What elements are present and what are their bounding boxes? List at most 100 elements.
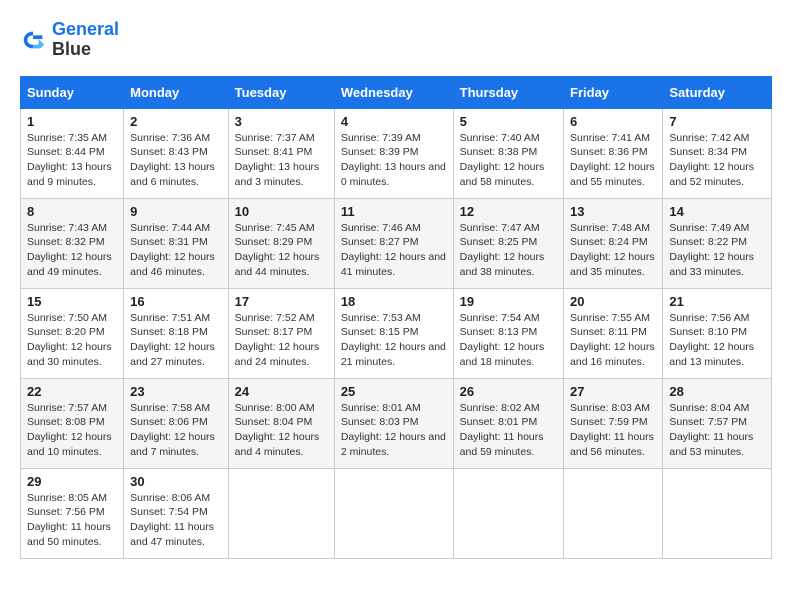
table-row: 2 Sunrise: 7:36 AMSunset: 8:43 PMDaylight… xyxy=(124,108,229,198)
day-number: 21 xyxy=(669,294,765,309)
day-number: 17 xyxy=(235,294,328,309)
table-row: 7 Sunrise: 7:42 AMSunset: 8:34 PMDaylight… xyxy=(663,108,772,198)
day-number: 29 xyxy=(27,474,117,489)
day-number: 20 xyxy=(570,294,656,309)
calendar-week-3: 15 Sunrise: 7:50 AMSunset: 8:20 PMDayligh… xyxy=(21,288,772,378)
day-number: 2 xyxy=(130,114,222,129)
table-row xyxy=(453,468,563,558)
day-number: 4 xyxy=(341,114,447,129)
day-info: Sunrise: 8:01 AMSunset: 8:03 PMDaylight:… xyxy=(341,402,446,458)
day-info: Sunrise: 7:51 AMSunset: 8:18 PMDaylight:… xyxy=(130,312,215,368)
table-row: 29 Sunrise: 8:05 AMSunset: 7:56 PMDayligh… xyxy=(21,468,124,558)
table-row: 3 Sunrise: 7:37 AMSunset: 8:41 PMDaylight… xyxy=(228,108,334,198)
day-number: 16 xyxy=(130,294,222,309)
day-number: 13 xyxy=(570,204,656,219)
day-info: Sunrise: 7:37 AMSunset: 8:41 PMDaylight:… xyxy=(235,132,320,188)
day-number: 22 xyxy=(27,384,117,399)
day-number: 26 xyxy=(460,384,557,399)
day-info: Sunrise: 7:36 AMSunset: 8:43 PMDaylight:… xyxy=(130,132,215,188)
day-number: 18 xyxy=(341,294,447,309)
day-number: 8 xyxy=(27,204,117,219)
day-number: 5 xyxy=(460,114,557,129)
day-info: Sunrise: 7:44 AMSunset: 8:31 PMDaylight:… xyxy=(130,222,215,278)
col-thursday: Thursday xyxy=(453,76,563,108)
day-number: 7 xyxy=(669,114,765,129)
table-row: 4 Sunrise: 7:39 AMSunset: 8:39 PMDaylight… xyxy=(334,108,453,198)
day-number: 23 xyxy=(130,384,222,399)
table-row xyxy=(228,468,334,558)
table-row: 15 Sunrise: 7:50 AMSunset: 8:20 PMDayligh… xyxy=(21,288,124,378)
table-row: 25 Sunrise: 8:01 AMSunset: 8:03 PMDayligh… xyxy=(334,378,453,468)
table-row: 16 Sunrise: 7:51 AMSunset: 8:18 PMDayligh… xyxy=(124,288,229,378)
col-tuesday: Tuesday xyxy=(228,76,334,108)
table-row xyxy=(564,468,663,558)
col-monday: Monday xyxy=(124,76,229,108)
day-info: Sunrise: 7:53 AMSunset: 8:15 PMDaylight:… xyxy=(341,312,446,368)
table-row: 10Sunrise: 7:45 AMSunset: 8:29 PMDayligh… xyxy=(228,198,334,288)
table-row: 26 Sunrise: 8:02 AMSunset: 8:01 PMDayligh… xyxy=(453,378,563,468)
day-info: Sunrise: 7:42 AMSunset: 8:34 PMDaylight:… xyxy=(669,132,754,188)
day-number: 14 xyxy=(669,204,765,219)
table-row: 23Sunrise: 7:58 AMSunset: 8:06 PMDayligh… xyxy=(124,378,229,468)
table-row: 12 Sunrise: 7:47 AMSunset: 8:25 PMDayligh… xyxy=(453,198,563,288)
day-number: 6 xyxy=(570,114,656,129)
day-info: Sunrise: 8:05 AMSunset: 7:56 PMDaylight:… xyxy=(27,492,111,548)
table-row: 11Sunrise: 7:46 AMSunset: 8:27 PMDayligh… xyxy=(334,198,453,288)
day-number: 3 xyxy=(235,114,328,129)
day-info: Sunrise: 7:56 AMSunset: 8:10 PMDaylight:… xyxy=(669,312,754,368)
day-info: Sunrise: 7:48 AMSunset: 8:24 PMDaylight:… xyxy=(570,222,655,278)
logo: General Blue xyxy=(20,20,119,60)
day-number: 9 xyxy=(130,204,222,219)
day-number: 28 xyxy=(669,384,765,399)
table-row: 9 Sunrise: 7:44 AMSunset: 8:31 PMDaylight… xyxy=(124,198,229,288)
page-header: General Blue xyxy=(20,20,772,60)
table-row: 13 Sunrise: 7:48 AMSunset: 8:24 PMDayligh… xyxy=(564,198,663,288)
day-info: Sunrise: 7:55 AMSunset: 8:11 PMDaylight:… xyxy=(570,312,655,368)
table-row: 17 Sunrise: 7:52 AMSunset: 8:17 PMDayligh… xyxy=(228,288,334,378)
table-row xyxy=(334,468,453,558)
table-row: 1Sunrise: 7:35 AMSunset: 8:44 PMDaylight… xyxy=(21,108,124,198)
table-row: 14 Sunrise: 7:49 AMSunset: 8:22 PMDayligh… xyxy=(663,198,772,288)
table-row: 24 Sunrise: 8:00 AMSunset: 8:04 PMDayligh… xyxy=(228,378,334,468)
table-row: 21 Sunrise: 7:56 AMSunset: 8:10 PMDayligh… xyxy=(663,288,772,378)
table-row: 6Sunrise: 7:41 AMSunset: 8:36 PMDaylight… xyxy=(564,108,663,198)
day-info: Sunrise: 7:50 AMSunset: 8:20 PMDaylight:… xyxy=(27,312,112,368)
day-info: Sunrise: 8:04 AMSunset: 7:57 PMDaylight:… xyxy=(669,402,753,458)
col-sunday: Sunday xyxy=(21,76,124,108)
header-row: Sunday Monday Tuesday Wednesday Thursday… xyxy=(21,76,772,108)
table-row: 27Sunrise: 8:03 AMSunset: 7:59 PMDayligh… xyxy=(564,378,663,468)
logo-icon xyxy=(20,26,48,54)
col-saturday: Saturday xyxy=(663,76,772,108)
day-info: Sunrise: 7:39 AMSunset: 8:39 PMDaylight:… xyxy=(341,132,446,188)
day-info: Sunrise: 7:40 AMSunset: 8:38 PMDaylight:… xyxy=(460,132,545,188)
col-wednesday: Wednesday xyxy=(334,76,453,108)
day-info: Sunrise: 7:43 AMSunset: 8:32 PMDaylight:… xyxy=(27,222,112,278)
table-row: 22 Sunrise: 7:57 AMSunset: 8:08 PMDayligh… xyxy=(21,378,124,468)
day-info: Sunrise: 7:57 AMSunset: 8:08 PMDaylight:… xyxy=(27,402,112,458)
day-number: 19 xyxy=(460,294,557,309)
day-info: Sunrise: 8:02 AMSunset: 8:01 PMDaylight:… xyxy=(460,402,544,458)
calendar-week-5: 29 Sunrise: 8:05 AMSunset: 7:56 PMDayligh… xyxy=(21,468,772,558)
day-number: 12 xyxy=(460,204,557,219)
col-friday: Friday xyxy=(564,76,663,108)
table-row: 18 Sunrise: 7:53 AMSunset: 8:15 PMDayligh… xyxy=(334,288,453,378)
table-row: 5 Sunrise: 7:40 AMSunset: 8:38 PMDaylight… xyxy=(453,108,563,198)
day-info: Sunrise: 7:47 AMSunset: 8:25 PMDaylight:… xyxy=(460,222,545,278)
day-number: 15 xyxy=(27,294,117,309)
day-number: 10 xyxy=(235,204,328,219)
day-number: 25 xyxy=(341,384,447,399)
calendar-week-4: 22 Sunrise: 7:57 AMSunset: 8:08 PMDayligh… xyxy=(21,378,772,468)
day-number: 30 xyxy=(130,474,222,489)
table-row xyxy=(663,468,772,558)
table-row: 20 Sunrise: 7:55 AMSunset: 8:11 PMDayligh… xyxy=(564,288,663,378)
day-number: 1 xyxy=(27,114,117,129)
day-info: Sunrise: 7:49 AMSunset: 8:22 PMDaylight:… xyxy=(669,222,754,278)
table-row: 28 Sunrise: 8:04 AMSunset: 7:57 PMDayligh… xyxy=(663,378,772,468)
calendar-table: Sunday Monday Tuesday Wednesday Thursday… xyxy=(20,76,772,559)
day-number: 27 xyxy=(570,384,656,399)
day-info: Sunrise: 7:52 AMSunset: 8:17 PMDaylight:… xyxy=(235,312,320,368)
day-info: Sunrise: 8:00 AMSunset: 8:04 PMDaylight:… xyxy=(235,402,320,458)
day-number: 24 xyxy=(235,384,328,399)
day-info: Sunrise: 7:46 AMSunset: 8:27 PMDaylight:… xyxy=(341,222,446,278)
table-row: 30Sunrise: 8:06 AMSunset: 7:54 PMDayligh… xyxy=(124,468,229,558)
